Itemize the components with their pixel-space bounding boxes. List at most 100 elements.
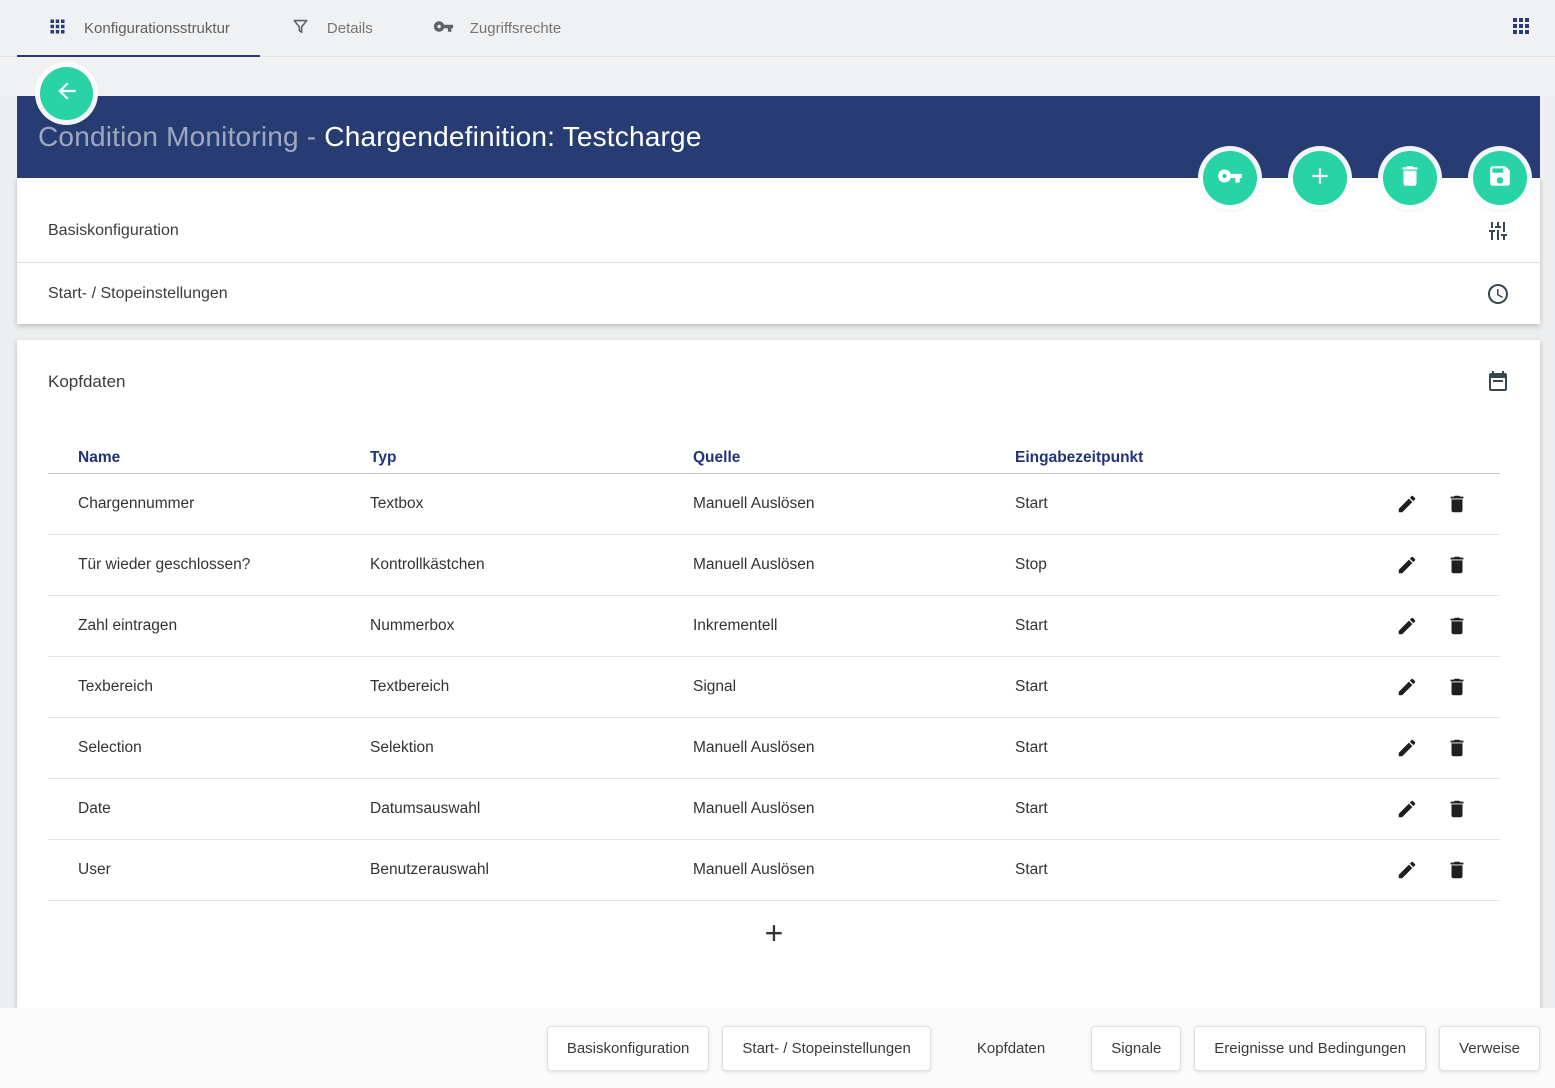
cell-typ: Textbereich [370,678,693,696]
column-header-name: Name [48,449,370,467]
table-row: Date Datumsauswahl Manuell Auslösen Star… [48,779,1500,840]
tab-label: Details [327,20,373,37]
cell-zeitpunkt: Start [1015,739,1315,757]
key-icon [433,16,454,41]
delete-button[interactable] [1383,151,1437,205]
kopfdaten-table: Name Typ Quelle Eingabezeitpunkt Chargen… [48,442,1500,949]
cell-zeitpunkt: Start [1015,617,1315,635]
arrow-back-icon [54,78,80,109]
delete-row-button[interactable] [1446,737,1468,759]
section-label: Start- / Stopeinstellungen [48,285,228,303]
cell-name: Zahl eintragen [48,617,370,635]
edit-row-button[interactable] [1396,798,1418,820]
card-title: Kopfdaten [48,372,126,392]
cell-zeitpunkt: Stop [1015,556,1315,574]
cell-name: Chargennummer [48,495,370,513]
page-title-main: Chargendefinition: Testcharge [324,121,701,152]
table-row: Zahl eintragen Nummerbox Inkrementell St… [48,596,1500,657]
card-gap [17,324,1540,340]
page-title-prefix: Condition Monitoring - [38,121,324,152]
grid-icon [47,16,68,41]
section-label: Basiskonfiguration [48,222,179,240]
delete-row-button[interactable] [1446,859,1468,881]
cell-typ: Kontrollkästchen [370,556,693,574]
table-row: User Benutzerauswahl Manuell Auslösen St… [48,840,1500,901]
bottom-section-nav: Basiskonfiguration Start- / Stopeinstell… [0,1008,1555,1088]
delete-row-button[interactable] [1446,493,1468,515]
filter-icon [290,16,311,41]
cell-typ: Textbox [370,495,693,513]
cell-quelle: Manuell Auslösen [693,739,1015,757]
tab-label: Zugriffsrechte [470,20,561,37]
cell-zeitpunkt: Start [1015,678,1315,696]
edit-row-button[interactable] [1396,676,1418,698]
column-header-typ: Typ [370,449,693,467]
table-row: Selection Selektion Manuell Auslösen Sta… [48,718,1500,779]
edit-row-button[interactable] [1396,615,1418,637]
column-header-quelle: Quelle [693,449,1015,467]
column-header-eingabezeitpunkt: Eingabezeitpunkt [1015,449,1315,467]
plus-icon [1307,163,1333,194]
footer-ereignisse-button[interactable]: Ereignisse und Bedingungen [1194,1026,1426,1071]
footer-kopfdaten-button[interactable]: Kopfdaten [958,1027,1064,1070]
tab-zugriffsrechte[interactable]: Zugriffsrechte [403,0,591,56]
cell-quelle: Signal [693,678,1015,696]
cell-name: Texbereich [48,678,370,696]
cell-quelle: Inkrementell [693,617,1015,635]
cell-typ: Datumsauswahl [370,800,693,818]
tab-details[interactable]: Details [260,0,403,56]
back-button[interactable] [40,67,93,120]
cell-typ: Selektion [370,739,693,757]
cell-zeitpunkt: Start [1015,861,1315,879]
page-title: Condition Monitoring - Chargendefinition… [38,121,702,153]
tab-label: Konfigurationsstruktur [84,20,230,37]
trash-icon [1397,163,1423,194]
edit-row-button[interactable] [1396,859,1418,881]
page-content: Condition Monitoring - Chargendefinition… [17,96,1540,1008]
save-icon [1487,163,1513,194]
page-header: Condition Monitoring - Chargendefinition… [17,96,1540,178]
delete-row-button[interactable] [1446,798,1468,820]
table-header-row: Name Typ Quelle Eingabezeitpunkt [48,442,1500,474]
footer-verweise-button[interactable]: Verweise [1439,1026,1540,1071]
delete-row-button[interactable] [1446,554,1468,576]
calendar-icon [1486,370,1510,394]
edit-row-button[interactable] [1396,493,1418,515]
save-button[interactable] [1473,151,1527,205]
header-action-buttons [1203,151,1527,205]
footer-signale-button[interactable]: Signale [1091,1026,1181,1071]
sliders-icon [1486,219,1510,243]
edit-row-button[interactable] [1396,737,1418,759]
cell-name: User [48,861,370,879]
delete-row-button[interactable] [1446,676,1468,698]
table-row: Tür wieder geschlossen? Kontrollkästchen… [48,535,1500,596]
cell-zeitpunkt: Start [1015,800,1315,818]
edit-row-button[interactable] [1396,554,1418,576]
tabbar-spacer [0,57,1555,96]
cell-typ: Nummerbox [370,617,693,635]
section-start-stop[interactable]: Start- / Stopeinstellungen [17,262,1540,324]
permissions-button[interactable] [1203,151,1257,205]
apps-grid-icon[interactable] [1509,14,1533,43]
cell-name: Tür wieder geschlossen? [48,556,370,574]
clock-icon [1486,282,1510,306]
cell-typ: Benutzerauswahl [370,861,693,879]
table-row: Texbereich Textbereich Signal Start [48,657,1500,718]
section-basiskonfiguration[interactable]: Basiskonfiguration [17,200,1540,262]
cell-name: Selection [48,739,370,757]
cell-zeitpunkt: Start [1015,495,1315,513]
tab-konfigurationsstruktur[interactable]: Konfigurationsstruktur [17,0,260,56]
kopfdaten-header: Kopfdaten [17,340,1540,394]
cell-quelle: Manuell Auslösen [693,861,1015,879]
add-button[interactable] [1293,151,1347,205]
delete-row-button[interactable] [1446,615,1468,637]
cell-quelle: Manuell Auslösen [693,495,1015,513]
footer-start-stop-button[interactable]: Start- / Stopeinstellungen [722,1026,930,1071]
top-tab-bar: Konfigurationsstruktur Details Zugriffsr… [0,0,1555,57]
key-icon [1217,163,1243,194]
cell-name: Date [48,800,370,818]
add-table-row-button[interactable]: + [765,917,784,949]
cell-quelle: Manuell Auslösen [693,800,1015,818]
kopfdaten-card: Kopfdaten Name Typ Quelle Eingabezeitpun… [17,340,1540,1008]
footer-basiskonfiguration-button[interactable]: Basiskonfiguration [547,1026,710,1071]
